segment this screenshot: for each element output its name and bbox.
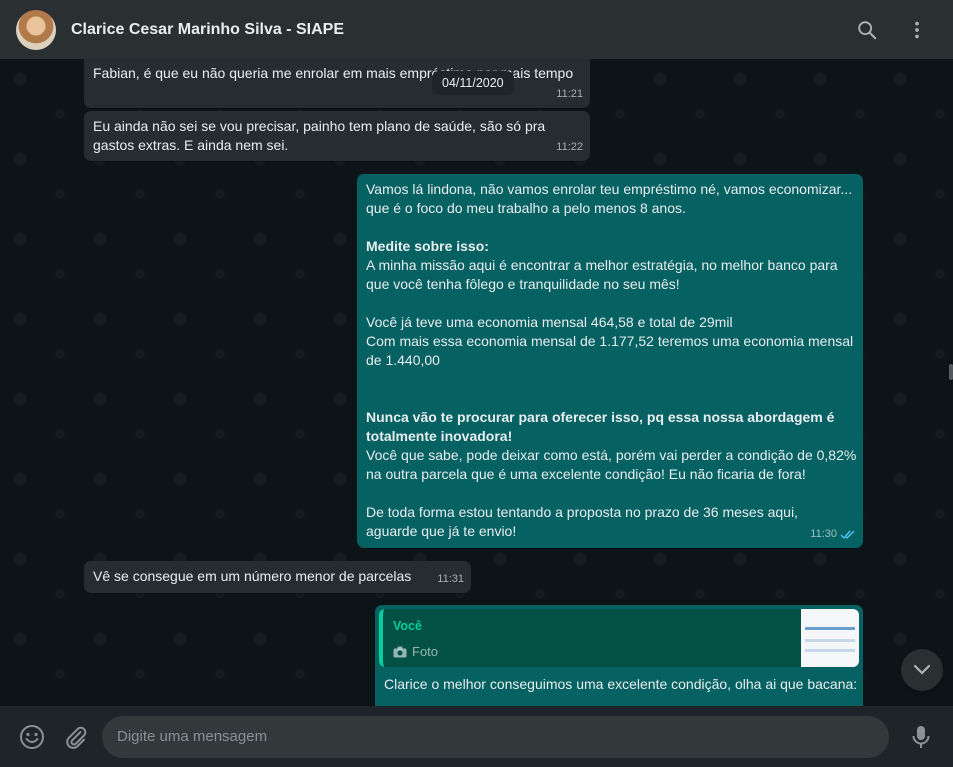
double-check-icon — [840, 530, 855, 540]
scroll-down-button[interactable] — [901, 649, 943, 691]
message-incoming[interactable]: Vê se consegue em um número menor de par… — [84, 561, 471, 593]
contact-name[interactable]: Clarice Cesar Marinho Silva - SIAPE — [71, 21, 837, 39]
message-text: Nunca vão te procurar para oferecer isso… — [366, 409, 835, 425]
message-time: 11:22 — [556, 141, 583, 153]
message-text: totalmente inovadora! — [366, 428, 513, 444]
message-text: Você já teve uma economia mensal 464,58 … — [366, 314, 733, 330]
menu-icon[interactable] — [897, 10, 937, 50]
quote-text-row: Foto — [393, 642, 849, 661]
message-outgoing[interactable]: Você Foto Clarice o melhor conseguimos u… — [375, 605, 863, 706]
message-text: A minha missão aqui é encontrar a melhor… — [366, 257, 838, 273]
message-text: Com mais essa economia mensal de 1.177,5… — [366, 333, 854, 349]
scrollbar[interactable] — [949, 364, 953, 380]
mic-icon[interactable] — [899, 715, 943, 759]
message-text: Eu ainda não sei se vou precisar, painho… — [93, 118, 546, 134]
quote-author: Você — [393, 619, 422, 633]
message-time: 11:31 — [437, 573, 464, 585]
search-icon[interactable] — [847, 10, 887, 50]
date-chip: 04/11/2020 — [432, 71, 514, 95]
quoted-message[interactable]: Você Foto — [379, 609, 859, 667]
message-text: de 1.440,00 — [366, 352, 440, 368]
message-incoming[interactable]: Eu ainda não sei se vou precisar, painho… — [84, 111, 590, 161]
camera-icon — [393, 646, 407, 657]
message-text: que é o foco do meu trabalho a pelo meno… — [366, 200, 686, 216]
chat-header: Clarice Cesar Marinho Silva - SIAPE — [0, 0, 953, 59]
message-text: Você que sabe, pode deixar como está, po… — [366, 447, 857, 463]
avatar[interactable] — [16, 9, 56, 50]
message-list[interactable]: Fabian, é que eu não queria me enrolar e… — [0, 59, 953, 706]
attach-icon[interactable] — [54, 715, 98, 759]
message-time: 11:21 — [556, 88, 583, 100]
message-text: Medite sobre isso: — [366, 238, 489, 254]
message-text: aguarde que já te envio! — [366, 523, 517, 539]
emoji-icon[interactable] — [10, 715, 54, 759]
chevron-down-icon — [913, 664, 931, 675]
message-text: na outra parcela que é uma excelente con… — [366, 466, 806, 482]
message-text: gastos extras. E ainda nem sei. — [93, 137, 289, 153]
quote-thumbnail[interactable] — [801, 609, 859, 667]
message-text: De toda forma estou tentando a proposta … — [366, 504, 798, 520]
message-input[interactable] — [102, 715, 889, 758]
composer — [0, 706, 953, 767]
message-text: Vê se consegue em um número menor de par… — [93, 568, 412, 584]
message-text: Clarice o melhor conseguimos uma excelen… — [384, 676, 858, 692]
message-incoming[interactable]: Fabian, é que eu não queria me enrolar e… — [84, 59, 590, 108]
quote-text: Foto — [412, 644, 439, 659]
message-text: que você tenha fôlego e tranquilidade no… — [366, 276, 680, 292]
message-outgoing[interactable]: Vamos lá lindona, não vamos enrolar teu … — [357, 174, 863, 548]
message-time: 11:30 — [810, 528, 837, 540]
message-text: Vamos lá lindona, não vamos enrolar teu … — [366, 181, 853, 197]
message-meta: 11:30 — [810, 525, 856, 544]
